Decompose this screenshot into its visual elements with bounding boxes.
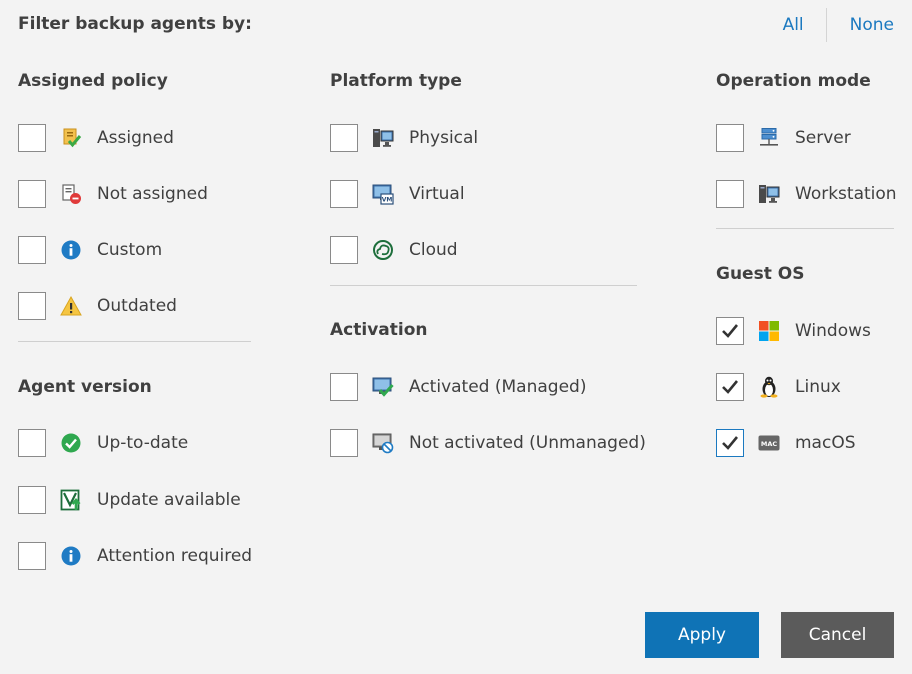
section-title-guest-os: Guest OS — [716, 264, 805, 284]
checkbox[interactable] — [716, 124, 744, 152]
warning-icon — [60, 295, 82, 317]
section-divider — [18, 341, 251, 342]
activated-icon — [372, 376, 394, 398]
filter-item-not-activated[interactable]: Not activated (Unmanaged) — [330, 429, 646, 457]
filter-label: macOS — [795, 433, 856, 453]
checkbox[interactable] — [330, 180, 358, 208]
filter-item-update-available[interactable]: Update available — [18, 486, 241, 514]
filter-label: Virtual — [409, 184, 465, 204]
policy-assigned-icon — [60, 127, 82, 149]
section-title-platform-type: Platform type — [330, 71, 462, 91]
panel-title: Filter backup agents by: — [18, 14, 252, 34]
filter-item-virtual[interactable]: VM Virtual — [330, 180, 465, 208]
filter-label: Cloud — [409, 240, 458, 260]
filter-label: Not assigned — [97, 184, 208, 204]
linux-icon — [758, 376, 780, 398]
filter-label: Server — [795, 128, 851, 148]
filter-item-up-to-date[interactable]: Up-to-date — [18, 429, 188, 457]
policy-not-assigned-icon — [60, 183, 82, 205]
checkbox[interactable] — [716, 180, 744, 208]
link-divider — [825, 8, 827, 42]
workstation-icon — [758, 183, 780, 205]
filter-label: Linux — [795, 377, 841, 397]
filter-item-attention-required[interactable]: Attention required — [18, 542, 252, 570]
info-icon — [60, 545, 82, 567]
filter-item-assigned[interactable]: Assigned — [18, 124, 174, 152]
checkbox[interactable] — [18, 486, 46, 514]
checkbox[interactable] — [330, 429, 358, 457]
filter-item-outdated[interactable]: Outdated — [18, 292, 177, 320]
filter-item-windows[interactable]: Windows — [716, 317, 871, 345]
section-title-activation: Activation — [330, 320, 428, 340]
checkbox[interactable] — [330, 236, 358, 264]
cloud-icon — [372, 239, 394, 261]
select-none-link[interactable]: None — [850, 15, 894, 35]
cancel-button[interactable]: Cancel — [781, 612, 894, 658]
section-title-assigned-policy: Assigned policy — [18, 71, 168, 91]
checkbox[interactable] — [330, 373, 358, 401]
filter-item-custom[interactable]: Custom — [18, 236, 162, 264]
checkbox[interactable] — [18, 124, 46, 152]
select-all-link[interactable]: All — [783, 15, 804, 35]
filter-label: Custom — [97, 240, 163, 260]
filter-item-cloud[interactable]: Cloud — [330, 236, 458, 264]
filter-panel: Filter backup agents by: All None Assign… — [0, 0, 912, 674]
checkbox[interactable] — [716, 317, 744, 345]
checkbox[interactable] — [18, 292, 46, 320]
filter-item-macos[interactable]: MAC macOS — [716, 429, 856, 457]
filter-item-workstation[interactable]: Workstation — [716, 180, 897, 208]
checkbox[interactable] — [716, 429, 744, 457]
server-icon — [758, 127, 780, 149]
section-title-operation-mode: Operation mode — [716, 71, 871, 91]
select-links: All None — [783, 8, 894, 42]
checkbox[interactable] — [18, 236, 46, 264]
filter-label: Not activated (Unmanaged) — [409, 433, 646, 453]
virtual-machine-icon: VM — [372, 183, 394, 205]
filter-label: Physical — [409, 128, 479, 148]
filter-label: Activated (Managed) — [409, 377, 587, 397]
not-activated-icon — [372, 432, 394, 454]
filter-label: Up-to-date — [97, 433, 189, 453]
check-circle-icon — [60, 432, 82, 454]
physical-computer-icon — [372, 127, 394, 149]
mac-badge-text: MAC — [761, 440, 777, 448]
macos-icon: MAC — [758, 432, 780, 454]
filter-item-not-assigned[interactable]: Not assigned — [18, 180, 208, 208]
section-title-agent-version: Agent version — [18, 377, 152, 397]
filter-label: Update available — [97, 490, 241, 510]
filter-item-activated[interactable]: Activated (Managed) — [330, 373, 586, 401]
checkbox[interactable] — [18, 180, 46, 208]
filter-item-linux[interactable]: Linux — [716, 373, 841, 401]
filter-label: Workstation — [795, 184, 897, 204]
filter-label: Assigned — [97, 128, 174, 148]
checkbox[interactable] — [716, 373, 744, 401]
update-available-icon — [60, 489, 82, 511]
filter-label: Outdated — [97, 296, 177, 316]
vm-badge-text: VM — [382, 197, 393, 204]
filter-item-server[interactable]: Server — [716, 124, 851, 152]
info-icon — [60, 239, 82, 261]
windows-icon — [758, 320, 780, 342]
checkbox[interactable] — [18, 429, 46, 457]
checkbox[interactable] — [330, 124, 358, 152]
section-divider — [716, 228, 894, 229]
apply-button[interactable]: Apply — [645, 612, 759, 658]
filter-label: Attention required — [97, 546, 253, 566]
checkbox[interactable] — [18, 542, 46, 570]
section-divider — [330, 285, 637, 286]
filter-label: Windows — [795, 321, 871, 341]
filter-item-physical[interactable]: Physical — [330, 124, 478, 152]
